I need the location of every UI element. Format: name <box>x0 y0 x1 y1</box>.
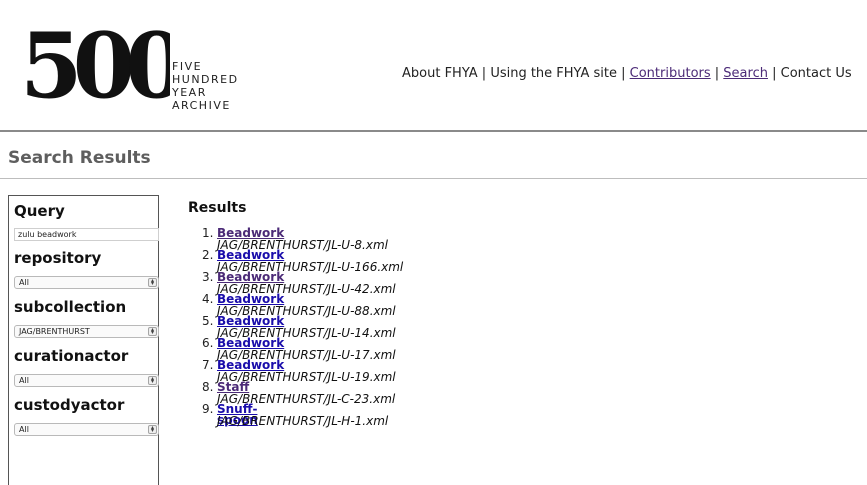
result-number: 4. <box>202 292 214 306</box>
select-arrows-icon: ▴ ▾ <box>148 278 157 287</box>
search-sidebar: Query repository All ▴▾ subcollection JA… <box>8 195 159 485</box>
logo-line: FIVE <box>172 60 203 73</box>
result-number: 5. <box>202 314 214 328</box>
logo-500-mark: 500 <box>20 13 194 119</box>
logo-wordmark: FIVE HUNDRED YEAR ARCHIVE <box>172 60 239 112</box>
curationactor-select[interactable]: All ▴ ▾ <box>14 374 159 387</box>
nav-search-link[interactable]: Search <box>723 66 768 81</box>
custodyactor-selected-value: All <box>19 425 29 434</box>
nav-using-site[interactable]: Using the FHYA site <box>490 66 617 81</box>
repository-select[interactable]: All ▴ ▾ <box>14 276 159 289</box>
logo-line: HUNDRED <box>172 73 239 86</box>
nav-contributors-link[interactable]: Contributors <box>630 66 711 81</box>
curationactor-selected-value: All <box>19 376 29 385</box>
query-input[interactable] <box>14 228 159 241</box>
repository-heading: repository <box>14 249 102 267</box>
nav-about[interactable]: About FHYA <box>402 66 478 81</box>
custodyactor-select[interactable]: All ▴ ▾ <box>14 423 159 436</box>
result-number: 1. <box>202 226 214 240</box>
logo-line: YEAR <box>172 86 207 99</box>
results-heading: Results <box>188 200 247 216</box>
result-number: 8. <box>202 380 214 394</box>
subcollection-select[interactable]: JAG/BRENTHURST ▴ ▾ <box>14 325 159 338</box>
nav-separator: | <box>617 66 630 81</box>
repository-selected-value: All <box>19 278 29 287</box>
site-logo[interactable]: 500 FIVE HUNDRED YEAR ARCHIVE <box>20 13 260 119</box>
select-arrows-icon: ▴ ▾ <box>148 327 157 336</box>
result-file-path: JAG/BRENTHURST/JL-H-1.xml <box>217 414 389 428</box>
logo-line: ARCHIVE <box>172 99 231 112</box>
result-number: 6. <box>202 336 214 350</box>
result-number: 3. <box>202 270 214 284</box>
title-divider <box>0 178 867 179</box>
subcollection-selected-value: JAG/BRENTHURST <box>19 327 90 336</box>
page-title: Search Results <box>8 148 151 168</box>
nav-separator: | <box>767 66 781 81</box>
nav-contact[interactable]: Contact Us <box>781 66 852 81</box>
select-arrows-icon: ▴ ▾ <box>148 425 157 434</box>
curationactor-heading: curationactor <box>14 347 129 365</box>
select-arrows-icon: ▴ ▾ <box>148 376 157 385</box>
top-navigation: About FHYA | Using the FHYA site | Contr… <box>402 66 852 81</box>
result-number: 9. <box>202 402 214 416</box>
nav-separator: | <box>477 66 491 81</box>
header-divider <box>0 130 867 132</box>
query-heading: Query <box>14 202 65 220</box>
result-number: 7. <box>202 358 214 372</box>
custodyactor-heading: custodyactor <box>14 396 125 414</box>
logo-number: 500 <box>20 20 170 110</box>
nav-separator: | <box>710 66 724 81</box>
subcollection-heading: subcollection <box>14 298 127 316</box>
result-number: 2. <box>202 248 214 262</box>
